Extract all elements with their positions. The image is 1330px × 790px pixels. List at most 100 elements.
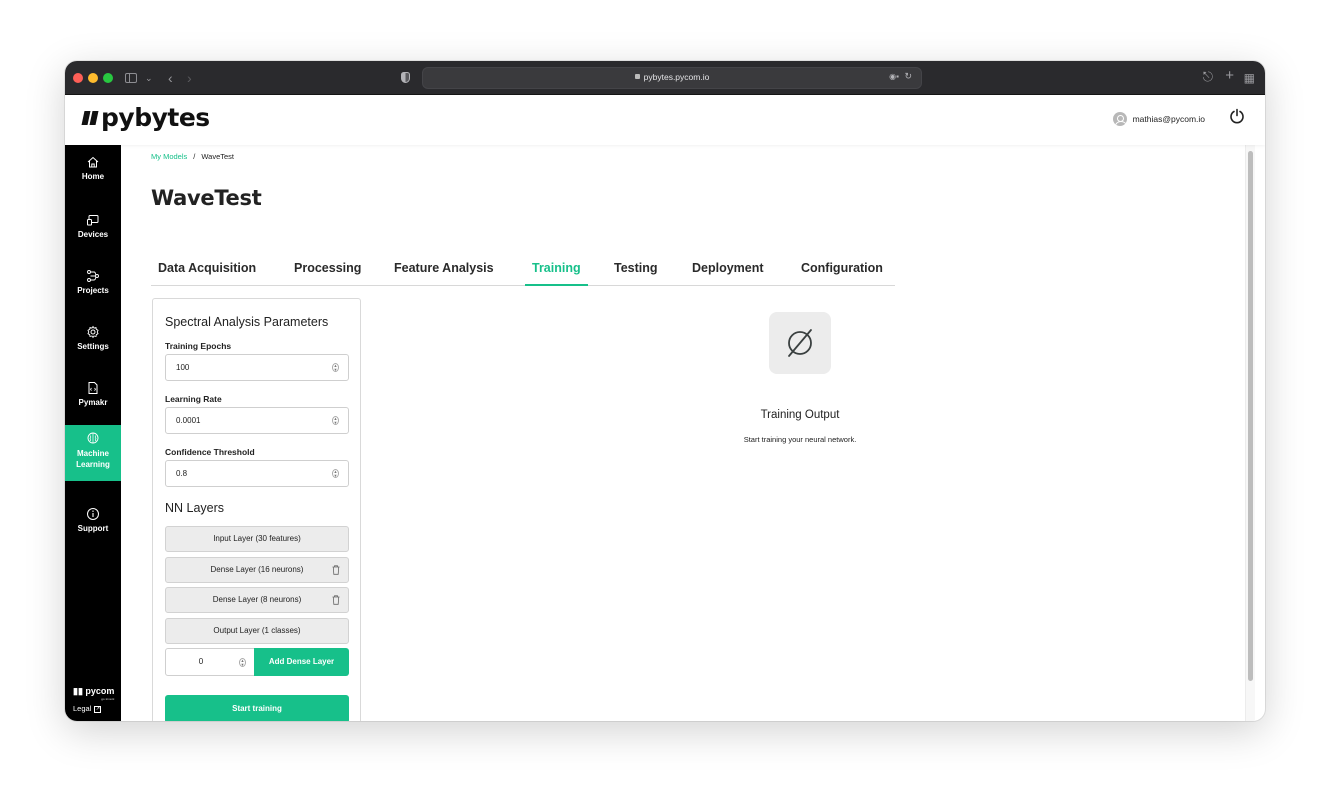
stepper-icon[interactable]: ▲ ▼ [332, 416, 339, 425]
user-menu[interactable]: mathias@pycom.io [1112, 112, 1205, 126]
layer-label: Input Layer (30 features) [213, 534, 301, 543]
tab-configuration[interactable]: Configuration [794, 258, 890, 286]
tab-overview-icon[interactable]: ▦ [1244, 69, 1255, 87]
neuron-count-input[interactable]: 0 ▲ ▼ [165, 648, 255, 676]
training-output-title: Training Output [760, 409, 840, 421]
sidebar-item-settings[interactable]: Settings [65, 325, 121, 351]
layer-dense-8[interactable]: Dense Layer (8 neurons) [165, 587, 349, 613]
pycom-brand-text: pycom [85, 686, 115, 696]
translate-icon[interactable]: ◉▪ [889, 72, 899, 81]
url-text: pybytes.pycom.io [643, 72, 710, 82]
breadcrumb-current: WaveTest [201, 152, 235, 161]
power-icon[interactable] [1229, 108, 1245, 124]
layer-output[interactable]: Output Layer (1 classes) [165, 618, 349, 644]
legal-link[interactable]: Legal ↗ [73, 704, 102, 713]
card-title: Spectral Analysis Parameters [165, 315, 329, 329]
stepper-icon[interactable]: ▲ ▼ [332, 469, 339, 478]
layer-input[interactable]: Input Layer (30 features) [165, 526, 349, 552]
sidebar-item-label: Learning [76, 460, 110, 469]
sidebar-item-label: Settings [77, 342, 109, 351]
empty-set-icon [788, 329, 812, 357]
brain-icon [87, 432, 99, 444]
user-email: mathias@pycom.io [1132, 114, 1205, 124]
browser-window: ⌄ ‹ › pybytes.pycom.io ◉▪ ↻ ⎋ + ▦ pybyte… [65, 61, 1265, 721]
sidebar-item-projects[interactable]: Projects [65, 269, 121, 295]
stepper-icon[interactable]: ▲ ▼ [239, 658, 246, 667]
pycom-brand-sub: go invent [101, 697, 115, 701]
sidebar-toggle-icon[interactable] [125, 73, 137, 83]
sidebar-item-label: Machine [76, 449, 109, 458]
privacy-shield-icon[interactable] [401, 72, 410, 83]
pycom-logo[interactable]: ▮▮ pycom go invent [73, 686, 114, 701]
add-layer-row: 0 ▲ ▼ Add Dense Layer [165, 648, 349, 676]
projects-icon [87, 270, 99, 282]
layer-label: Dense Layer (16 neurons) [210, 565, 304, 574]
forward-arrow-icon[interactable]: › [187, 69, 192, 87]
tab-testing[interactable]: Testing [607, 258, 665, 286]
close-window-button[interactable] [73, 73, 83, 83]
sidebar-item-label: Pymakr [78, 398, 108, 407]
sidebar-item-support[interactable]: Support [65, 507, 121, 533]
empty-state-box [769, 312, 831, 374]
tab-data-acquisition[interactable]: Data Acquisition [151, 258, 263, 286]
training-output-subtitle: Start training your neural network. [743, 435, 857, 444]
confidence-threshold-input[interactable]: 0.8 ▲ ▼ [165, 460, 349, 487]
tab-processing[interactable]: Processing [287, 258, 368, 286]
sidebar-item-pymakr[interactable]: Pymakr [65, 381, 121, 407]
training-params-card: Spectral Analysis Parameters Training Ep… [152, 298, 361, 721]
learning-rate-input[interactable]: 0.0001 ▲ ▼ [165, 407, 349, 434]
pycom-logo-mark-icon: ▮▮ [73, 686, 83, 696]
external-link-icon: ↗ [94, 705, 102, 713]
tab-bar: Data Acquisition Processing Feature Anal… [151, 258, 895, 286]
trash-icon[interactable] [332, 595, 340, 605]
confidence-threshold-value: 0.8 [176, 469, 188, 478]
back-arrow-icon[interactable]: ‹ [168, 69, 173, 87]
legal-label: Legal [73, 704, 92, 713]
layer-dense-16[interactable]: Dense Layer (16 neurons) [165, 557, 349, 583]
minimize-window-button[interactable] [88, 73, 98, 83]
file-code-icon [88, 382, 98, 394]
main-content: My Models / WaveTest WaveTest Data Acquisi… [121, 145, 1255, 721]
add-dense-layer-button[interactable]: Add Dense Layer [254, 648, 349, 676]
tab-deployment[interactable]: Deployment [685, 258, 771, 286]
avatar [1112, 112, 1127, 126]
logo-mark-icon [81, 110, 99, 125]
sidebar-item-label: Support [77, 524, 109, 533]
breadcrumb-separator: / [193, 152, 196, 161]
sidebar-item-devices[interactable]: Devices [65, 213, 121, 239]
sidebar-item-label: Projects [77, 286, 109, 295]
reload-icon[interactable]: ↻ [904, 71, 912, 82]
nn-layers-title: NN Layers [165, 501, 225, 515]
tab-feature-analysis[interactable]: Feature Analysis [387, 258, 501, 286]
confidence-threshold-label: Confidence Threshold [165, 447, 255, 457]
learning-rate-value: 0.0001 [176, 416, 201, 425]
breadcrumb-my-models-link[interactable]: My Models [151, 152, 187, 161]
tab-training[interactable]: Training [525, 258, 588, 286]
breadcrumb: My Models / WaveTest [151, 152, 234, 161]
sidebar-item-label: Home [81, 172, 105, 181]
gear-icon [87, 325, 99, 339]
stepper-icon[interactable]: ▲ ▼ [332, 363, 339, 372]
app-header: pybytes mathias@pycom.io [65, 95, 1265, 145]
sidebar-item-home[interactable]: Home [65, 155, 121, 181]
sidebar-item-machine-learning[interactable]: Machine Learning [65, 425, 121, 481]
training-epochs-label: Training Epochs [165, 341, 232, 351]
trash-icon[interactable] [332, 565, 340, 575]
maximize-window-button[interactable] [103, 73, 113, 83]
new-tab-icon[interactable]: + [1225, 67, 1234, 85]
scrollbar-thumb[interactable] [1248, 151, 1253, 681]
chevron-down-icon[interactable]: ⌄ [145, 69, 153, 87]
lock-icon [634, 74, 640, 80]
learning-rate-label: Learning Rate [165, 394, 222, 404]
start-training-button[interactable]: Start training [165, 695, 349, 721]
scrollbar[interactable] [1245, 145, 1255, 721]
neuron-count-value: 0 [198, 657, 204, 666]
share-icon[interactable]: ⎋ [1203, 68, 1213, 86]
page-title: WaveTest [151, 186, 262, 210]
layer-label: Dense Layer (8 neurons) [212, 595, 302, 604]
home-icon [87, 156, 99, 168]
address-bar[interactable]: pybytes.pycom.io ◉▪ ↻ [422, 67, 922, 89]
training-epochs-input[interactable]: 100 ▲ ▼ [165, 354, 349, 381]
pybytes-logo[interactable]: pybytes [81, 103, 210, 132]
layer-label: Output Layer (1 classes) [213, 626, 301, 635]
